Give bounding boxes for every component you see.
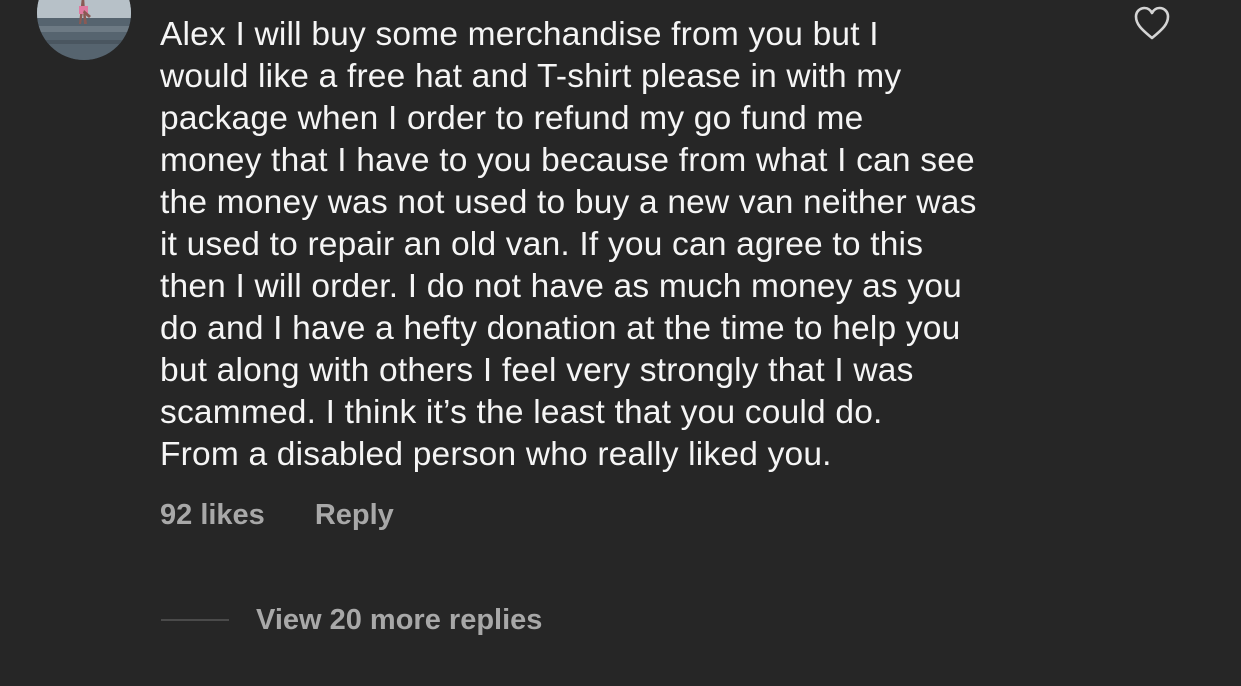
view-more-replies-label: View 20 more replies	[256, 603, 543, 636]
heart-outline-icon	[1134, 6, 1170, 40]
avatar[interactable]	[37, 0, 131, 60]
like-button[interactable]	[1133, 5, 1171, 41]
reply-button[interactable]: Reply	[315, 499, 394, 532]
comment-text: Alex I will buy some merchandise from yo…	[160, 16, 977, 473]
replies-divider-line	[161, 619, 229, 621]
comment-meta: 92 likes Reply	[160, 495, 394, 535]
view-more-replies-button[interactable]: View 20 more replies	[161, 600, 542, 640]
likes-count[interactable]: 92 likes	[160, 499, 265, 532]
comment-item: Alex I will buy some merchandise from yo…	[0, 0, 1241, 686]
avatar-photo	[37, 0, 131, 60]
